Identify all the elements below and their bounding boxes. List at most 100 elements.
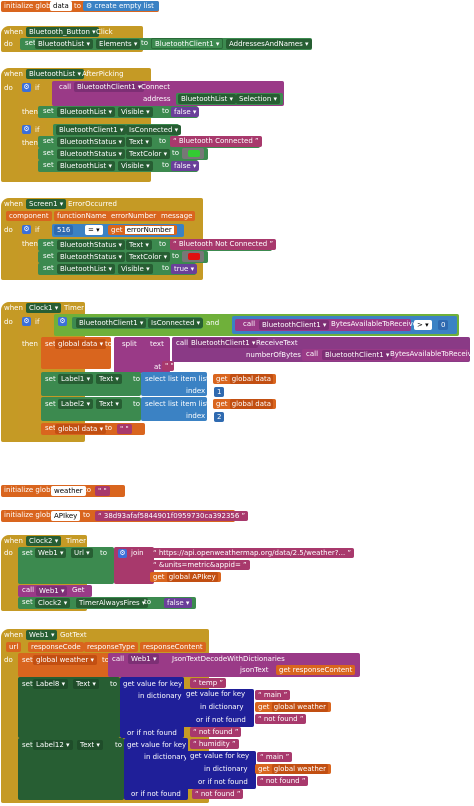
receive-text-block[interactable]: call BluetoothClient1 ReceiveText number…: [172, 337, 474, 362]
gear-icon[interactable]: ⚙: [22, 317, 31, 326]
create-empty-list-block[interactable]: ⚙ create empty list: [83, 1, 159, 11]
number-zero[interactable]: 0: [438, 320, 449, 330]
get-responsecontent[interactable]: get responseContent: [276, 665, 356, 675]
json-decode-block[interactable]: call Web1 JsonTextDecodeWithDictionaries…: [108, 653, 360, 677]
text-dropdown[interactable]: Text: [73, 679, 99, 689]
false-dropdown[interactable]: false: [164, 598, 193, 608]
client-dropdown[interactable]: BluetoothClient1: [188, 338, 259, 348]
text-dropdown[interactable]: Text: [126, 137, 152, 147]
empty-string[interactable]: " ": [117, 424, 132, 434]
dict-lookup-main-2[interactable]: get value for key in dictionary or if no…: [186, 751, 256, 789]
set-visible-false-1[interactable]: set BluetoothList Visible to false: [38, 106, 200, 118]
get-apikey[interactable]: get global APIkey: [150, 572, 221, 582]
empty-string[interactable]: " ": [162, 361, 174, 371]
global-data-dropdown[interactable]: global data: [55, 424, 107, 434]
global-weather-dropdown[interactable]: global weather: [33, 655, 98, 665]
component-dropdown[interactable]: Clock2: [26, 536, 62, 546]
and-block[interactable]: ⚙ BluetoothClient1 IsConnected and call …: [54, 314, 459, 336]
key-main[interactable]: “ main ”: [255, 690, 291, 700]
text-dropdown[interactable]: Text: [96, 399, 122, 409]
client-dropdown[interactable]: BluetoothClient1: [56, 125, 127, 135]
param-errornumber[interactable]: errorNumber: [108, 211, 160, 221]
component-dropdown[interactable]: Bluetooth_Button: [26, 27, 99, 37]
component-dropdown[interactable]: Clock1: [26, 303, 62, 313]
param-responsecontent[interactable]: responseContent: [140, 642, 206, 652]
set-timer-fires[interactable]: set Clock2 TimerAlwaysFires to false: [18, 597, 196, 609]
key-temp[interactable]: “ temp ”: [190, 678, 227, 688]
web-dropdown[interactable]: Web1: [35, 548, 67, 558]
set-visible-false-2[interactable]: set BluetoothList Visible to false: [38, 160, 200, 172]
get-errornumber[interactable]: get errorNumber: [108, 225, 177, 235]
get-global-data-1[interactable]: get global data: [213, 374, 277, 384]
false-dropdown[interactable]: false: [171, 161, 200, 171]
gear-icon[interactable]: ⚙: [118, 549, 127, 558]
url-string-1[interactable]: “ https://api.openweathermap.org/data/2.…: [150, 548, 355, 558]
label1-dropdown[interactable]: Label1: [58, 374, 94, 384]
set-status-text[interactable]: set BluetoothStatus Text to “ Bluetooth …: [38, 136, 262, 148]
selection-getter[interactable]: BluetoothList Selection: [176, 93, 283, 105]
text-dropdown[interactable]: Text: [126, 240, 152, 250]
get-global-weather-2[interactable]: get global weather: [255, 764, 331, 774]
color-block[interactable]: [182, 148, 204, 159]
green-color-swatch[interactable]: [188, 150, 200, 157]
get-global-data-2[interactable]: get global data: [213, 399, 277, 409]
component-dropdown[interactable]: BluetoothList: [26, 69, 84, 79]
param-functionname[interactable]: functionName: [54, 211, 110, 221]
component-dropdown[interactable]: Web1: [26, 630, 58, 640]
empty-string[interactable]: " ": [95, 486, 110, 496]
set-status-color-red[interactable]: set BluetoothStatus TextColor to: [38, 251, 208, 263]
key-humidity[interactable]: “ humidity ”: [190, 739, 239, 749]
call-web-get[interactable]: call Web1 Get: [18, 585, 92, 597]
var-name-field[interactable]: data: [50, 1, 72, 11]
color-block[interactable]: [182, 251, 204, 262]
set-label8-block[interactable]: set Label8 Text to: [18, 677, 120, 738]
set-label12-block[interactable]: set Label12 Text to: [18, 738, 124, 800]
clock-dropdown[interactable]: Clock2: [35, 598, 71, 608]
set-label1-block[interactable]: set Label1 Text to: [41, 372, 141, 396]
notfound-inner-2[interactable]: “ not found ”: [257, 776, 309, 786]
split-block[interactable]: split text at " ": [114, 337, 174, 373]
label8-dropdown[interactable]: Label8: [33, 679, 69, 689]
timerfires-dropdown[interactable]: TimerAlwaysFires: [76, 598, 149, 608]
param-message[interactable]: message: [158, 211, 196, 221]
index-1[interactable]: 1: [214, 387, 225, 397]
var-name-field[interactable]: APIkey: [51, 511, 81, 521]
visible-dropdown[interactable]: Visible: [118, 161, 153, 171]
param-url[interactable]: url: [6, 642, 22, 652]
set-status-color[interactable]: set BluetoothStatus TextColor to: [38, 148, 208, 160]
call-connect-block[interactable]: call BluetoothClient1 Connect address Bl…: [52, 81, 284, 106]
select-list-item-1[interactable]: select list item list index: [141, 372, 209, 396]
property-dropdown[interactable]: Elements: [96, 39, 141, 49]
visible-dropdown[interactable]: Visible: [118, 107, 153, 117]
red-color-swatch[interactable]: [188, 253, 200, 260]
key-main-2[interactable]: “ main ”: [257, 752, 293, 762]
visible-dropdown[interactable]: Visible: [118, 264, 153, 274]
gt-dropdown[interactable]: >: [414, 320, 432, 330]
set-label2-block[interactable]: set Label2 Text to: [41, 397, 141, 421]
textcolor-dropdown[interactable]: TextColor: [126, 149, 171, 159]
set-global-data-empty[interactable]: set global data to " ": [41, 423, 145, 435]
init-data-block[interactable]: initialize global data to ⚙ create empty…: [1, 1, 159, 12]
status-dropdown[interactable]: BluetoothStatus: [57, 137, 126, 147]
list-dropdown[interactable]: BluetoothList: [57, 161, 115, 171]
connected-text-block[interactable]: “ Bluetooth Connected ”: [170, 136, 262, 147]
gear-icon[interactable]: ⚙: [58, 317, 67, 326]
web-dropdown[interactable]: Web1: [36, 586, 68, 596]
set-elements-block[interactable]: set BluetoothList Elements to BluetoothC…: [20, 38, 312, 50]
dict-lookup-temp[interactable]: get value for key in dictionary or if no…: [120, 677, 184, 738]
client-dropdown[interactable]: BluetoothClient1: [259, 320, 330, 330]
client-getter[interactable]: BluetoothClient1: [151, 38, 224, 49]
set-status-notconnected[interactable]: set BluetoothStatus Text to “ Bluetooth …: [38, 239, 277, 251]
notfound-outer[interactable]: “ not found ”: [190, 727, 242, 737]
init-apikey-block[interactable]: initialize global APIkey to “ 38d93afaf5…: [1, 510, 249, 522]
dict-lookup-main[interactable]: get value for key in dictionary or if no…: [182, 689, 254, 727]
gt-compare-block[interactable]: call BluetoothClient1 BytesAvailableToRe…: [232, 316, 457, 334]
isconnected-getter[interactable]: BluetoothClient1 IsConnected: [53, 124, 182, 136]
apikey-string[interactable]: “ 38d93afaf5844901f0959730ca392356 ”: [95, 511, 249, 521]
status-dropdown[interactable]: BluetoothStatus: [57, 240, 126, 250]
isconnected-dropdown[interactable]: IsConnected: [148, 318, 204, 328]
list-dropdown[interactable]: BluetoothList: [57, 107, 115, 117]
join-block[interactable]: ⚙ join: [114, 547, 154, 584]
isconnected-dropdown[interactable]: IsConnected: [126, 125, 182, 135]
url-string-2[interactable]: “ &units=metric&appid= ”: [150, 560, 250, 570]
